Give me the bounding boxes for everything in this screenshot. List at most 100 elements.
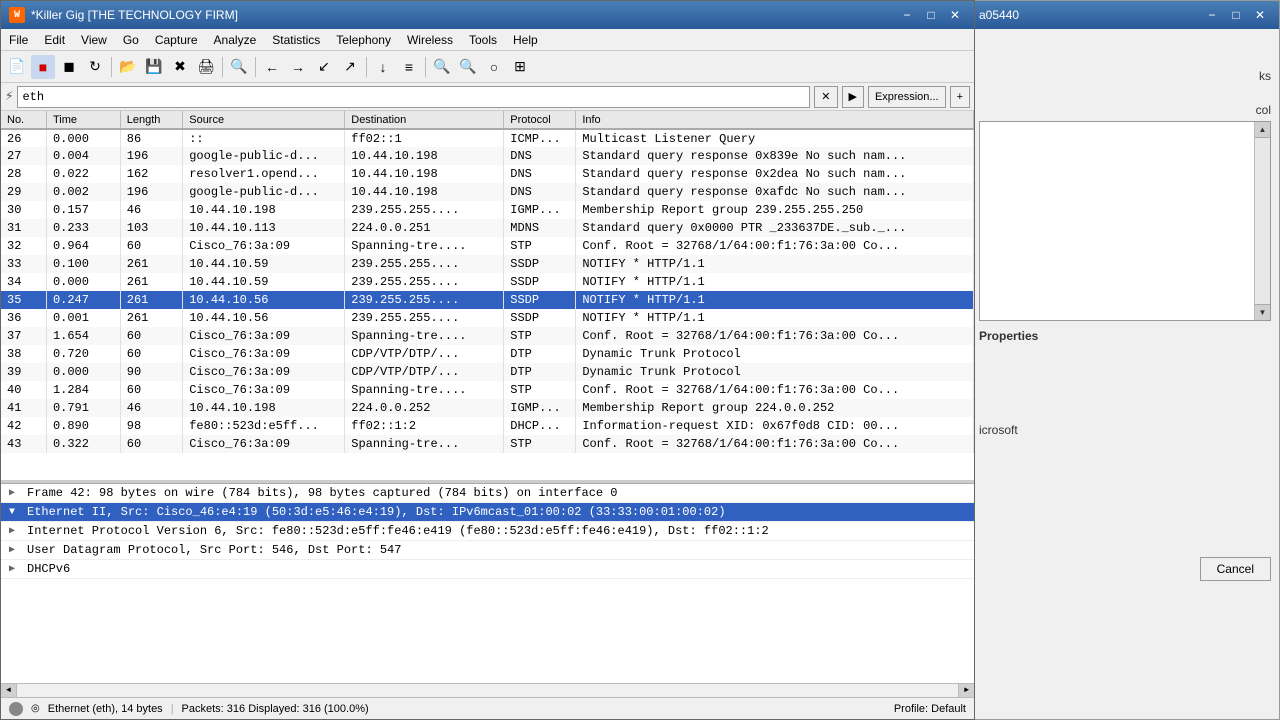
menu-analyze[interactable]: Analyze — [206, 29, 265, 50]
bg-maximize-button[interactable]: □ — [1225, 5, 1247, 25]
table-cell: 0.791 — [46, 399, 120, 417]
open-file-button[interactable]: 📂 — [116, 55, 140, 79]
table-cell: 0.022 — [46, 165, 120, 183]
menu-edit[interactable]: Edit — [36, 29, 73, 50]
detail-item-udp[interactable]: ▶User Datagram Protocol, Src Port: 546, … — [1, 541, 974, 560]
zoom-in-button[interactable]: 🔍 — [430, 55, 454, 79]
table-row[interactable]: 260.00086::ff02::1ICMP...Multicast Liste… — [1, 129, 974, 147]
autoscroll-button[interactable]: ↓ — [371, 55, 395, 79]
print-button[interactable]: 🖨 — [194, 55, 218, 79]
go-to-first-button[interactable]: ↙ — [312, 55, 336, 79]
detail-text: DHCPv6 — [27, 562, 70, 576]
table-row[interactable]: 430.32260Cisco_76:3a:09Spanning-tre...ST… — [1, 435, 974, 453]
menu-view[interactable]: View — [73, 29, 115, 50]
filter-expression-button[interactable]: Expression... — [868, 86, 946, 108]
filter-input[interactable] — [17, 86, 810, 108]
menu-help[interactable]: Help — [505, 29, 546, 50]
horizontal-scrollbar[interactable]: ◄ ► — [1, 683, 974, 697]
table-row[interactable]: 290.002196google-public-d...10.44.10.198… — [1, 183, 974, 201]
filter-apply-button[interactable]: ▶ — [842, 86, 864, 108]
status-sep: | — [171, 703, 174, 715]
find-packet-button[interactable]: 🔍 — [227, 55, 251, 79]
colorize-button[interactable]: ≡ — [397, 55, 421, 79]
table-cell: 38 — [1, 345, 46, 363]
menu-tools[interactable]: Tools — [461, 29, 505, 50]
bg-close-button[interactable]: ✕ — [1249, 5, 1271, 25]
restart-capture-button[interactable]: ↻ — [83, 55, 107, 79]
table-cell: DTP — [504, 363, 576, 381]
packet-list[interactable]: No. Time Length Source Destination Proto… — [1, 111, 974, 483]
close-button[interactable]: ✕ — [944, 5, 966, 25]
bg-scrollbar[interactable]: ▲ ▼ — [1254, 122, 1270, 320]
col-source[interactable]: Source — [183, 111, 345, 129]
table-row[interactable]: 360.00126110.44.10.56239.255.255....SSDP… — [1, 309, 974, 327]
zoom-reset-button[interactable]: ○ — [482, 55, 506, 79]
go-to-last-button[interactable]: ↗ — [338, 55, 362, 79]
table-row[interactable]: 310.23310310.44.10.113224.0.0.251MDNSSta… — [1, 219, 974, 237]
table-row[interactable]: 340.00026110.44.10.59239.255.255....SSDP… — [1, 273, 974, 291]
col-no[interactable]: No. — [1, 111, 46, 129]
menu-bar: File Edit View Go Capture Analyze Statis… — [1, 29, 974, 51]
table-cell: 26 — [1, 129, 46, 147]
menu-file[interactable]: File — [1, 29, 36, 50]
filter-clear-button[interactable]: ✕ — [814, 86, 837, 108]
table-cell: Membership Report group 224.0.0.252 — [576, 399, 974, 417]
menu-capture[interactable]: Capture — [147, 29, 206, 50]
table-cell: SSDP — [504, 291, 576, 309]
col-length[interactable]: Length — [120, 111, 182, 129]
detail-item-ipv6[interactable]: ▶Internet Protocol Version 6, Src: fe80:… — [1, 522, 974, 541]
table-cell: ff02::1 — [345, 129, 504, 147]
zoom-out-button[interactable]: 🔍 — [456, 55, 480, 79]
new-capture-button[interactable]: 📄 — [5, 55, 29, 79]
packet-stats: Packets: 316 Displayed: 316 (100.0%) — [182, 703, 369, 715]
menu-wireless[interactable]: Wireless — [399, 29, 461, 50]
menu-go[interactable]: Go — [115, 29, 147, 50]
minimize-button[interactable]: − — [896, 5, 918, 25]
col-info[interactable]: Info — [576, 111, 974, 129]
table-row[interactable]: 410.7914610.44.10.198224.0.0.252IGMP...M… — [1, 399, 974, 417]
bg-title-text: a05440 — [979, 8, 1019, 22]
bg-minimize-button[interactable]: − — [1201, 5, 1223, 25]
table-cell: Cisco_76:3a:09 — [183, 345, 345, 363]
table-cell: Membership Report group 239.255.255.250 — [576, 201, 974, 219]
table-row[interactable]: 280.022162resolver1.opend...10.44.10.198… — [1, 165, 974, 183]
stop-capture-button[interactable]: ◼ — [57, 55, 81, 79]
table-header-row: No. Time Length Source Destination Proto… — [1, 111, 974, 129]
table-cell: Cisco_76:3a:09 — [183, 237, 345, 255]
table-row[interactable]: 420.89098fe80::523d:e5ff...ff02::1:2DHCP… — [1, 417, 974, 435]
detail-item-ethernet[interactable]: ▼Ethernet II, Src: Cisco_46:e4:19 (50:3d… — [1, 503, 974, 522]
table-cell: 60 — [120, 237, 182, 255]
col-time[interactable]: Time — [46, 111, 120, 129]
table-row[interactable]: 401.28460Cisco_76:3a:09Spanning-tre....S… — [1, 381, 974, 399]
close-file-button[interactable]: ✖ — [168, 55, 192, 79]
detail-text: User Datagram Protocol, Src Port: 546, D… — [27, 543, 401, 557]
table-row[interactable]: 270.004196google-public-d...10.44.10.198… — [1, 147, 974, 165]
table-cell: Multicast Listener Query — [576, 129, 974, 147]
scroll-track[interactable] — [17, 684, 958, 698]
filter-add-button[interactable]: + — [950, 86, 970, 108]
table-row[interactable]: 380.72060Cisco_76:3a:09CDP/VTP/DTP/...DT… — [1, 345, 974, 363]
start-capture-button[interactable]: ■ — [31, 55, 55, 79]
table-row[interactable]: 390.00090Cisco_76:3a:09CDP/VTP/DTP/...DT… — [1, 363, 974, 381]
table-cell: DNS — [504, 183, 576, 201]
go-back-button[interactable]: ← — [260, 55, 284, 79]
maximize-button[interactable]: □ — [920, 5, 942, 25]
table-row[interactable]: 330.10026110.44.10.59239.255.255....SSDP… — [1, 255, 974, 273]
scroll-right-button[interactable]: ► — [958, 684, 974, 698]
table-row[interactable]: 320.96460Cisco_76:3a:09Spanning-tre....S… — [1, 237, 974, 255]
detail-item-frame[interactable]: ▶Frame 42: 98 bytes on wire (784 bits), … — [1, 484, 974, 503]
table-row[interactable]: 300.1574610.44.10.198239.255.255....IGMP… — [1, 201, 974, 219]
col-destination[interactable]: Destination — [345, 111, 504, 129]
table-row[interactable]: 371.65460Cisco_76:3a:09Spanning-tre....S… — [1, 327, 974, 345]
go-forward-button[interactable]: → — [286, 55, 310, 79]
save-file-button[interactable]: 💾 — [142, 55, 166, 79]
bg-cancel-button[interactable]: Cancel — [1200, 557, 1271, 581]
detail-item-dhcpv6[interactable]: ▶DHCPv6 — [1, 560, 974, 579]
col-protocol[interactable]: Protocol — [504, 111, 576, 129]
menu-telephony[interactable]: Telephony — [328, 29, 399, 50]
scroll-left-button[interactable]: ◄ — [1, 684, 17, 698]
resize-columns-button[interactable]: ⊞ — [508, 55, 532, 79]
table-row[interactable]: 350.24726110.44.10.56239.255.255....SSDP… — [1, 291, 974, 309]
menu-statistics[interactable]: Statistics — [264, 29, 328, 50]
table-cell: STP — [504, 327, 576, 345]
